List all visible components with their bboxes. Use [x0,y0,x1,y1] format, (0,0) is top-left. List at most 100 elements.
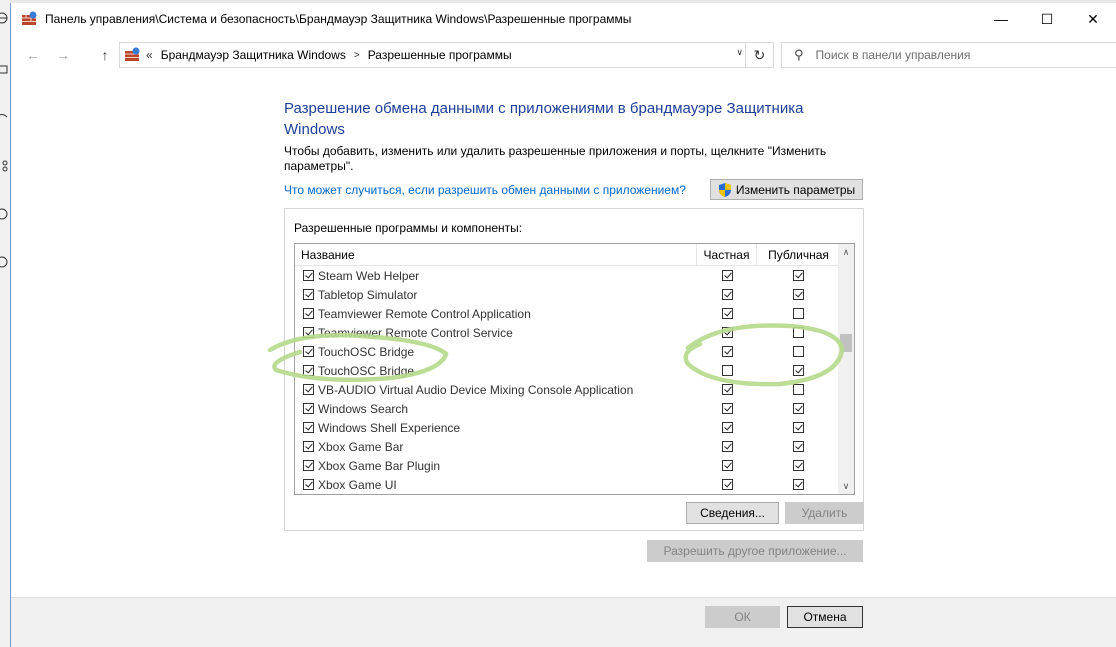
app-enabled-checkbox[interactable] [303,441,314,452]
public-cell [757,403,840,414]
column-header-private[interactable]: Частная [697,244,757,266]
scroll-thumb[interactable] [840,334,852,352]
public-network-checkbox[interactable] [793,308,804,319]
maximize-button[interactable]: ☐ [1024,3,1070,35]
app-enabled-checkbox[interactable] [303,384,314,395]
public-network-checkbox[interactable] [793,460,804,471]
list-item[interactable]: VB-AUDIO Virtual Audio Device Mixing Con… [295,380,840,399]
app-enabled-checkbox[interactable] [303,270,314,281]
change-settings-button[interactable]: Изменить параметры [710,179,863,200]
private-network-checkbox[interactable] [721,346,733,357]
allow-other-app-button[interactable]: Разрешить другое приложение... [647,540,863,562]
private-cell [697,270,757,281]
app-name: Teamviewer Remote Control Application [318,306,531,321]
public-network-checkbox[interactable] [793,270,804,281]
forward-button[interactable]: → [53,45,73,65]
chevron-down-icon[interactable]: ∨ [736,47,743,58]
private-network-checkbox[interactable] [721,365,733,376]
search-input[interactable] [813,47,1094,63]
private-network-checkbox[interactable] [721,441,733,452]
app-enabled-checkbox[interactable] [303,365,314,376]
public-network-checkbox[interactable] [793,346,804,357]
public-network-checkbox[interactable] [793,422,804,433]
private-cell [697,365,757,376]
private-network-checkbox[interactable] [721,403,733,414]
list-item[interactable]: Xbox Game Bar [295,437,840,456]
scroll-down-button[interactable]: ∨ [838,478,854,494]
public-network-checkbox[interactable] [793,384,804,395]
globe-icon [0,12,8,24]
private-network-checkbox[interactable] [721,327,733,338]
app-enabled-checkbox[interactable] [303,289,314,300]
app-name-cell: Xbox Game Bar [295,440,697,454]
public-network-checkbox[interactable] [793,289,804,300]
public-network-checkbox[interactable] [793,479,804,490]
app-name: Teamviewer Remote Control Service [318,325,513,340]
app-name: Xbox Game Bar [318,439,404,454]
details-button[interactable]: Сведения... [686,502,779,524]
app-enabled-checkbox[interactable] [303,346,314,357]
minimize-button[interactable]: — [978,3,1024,35]
private-network-checkbox[interactable] [721,479,733,490]
app-enabled-checkbox[interactable] [303,327,314,338]
private-network-checkbox[interactable] [721,460,733,471]
up-button[interactable]: ↑ [95,45,115,65]
private-network-checkbox[interactable] [721,384,733,395]
firewall-icon [125,47,140,61]
search-box[interactable]: ⚲ [781,42,1116,68]
list-item[interactable]: Windows Shell Experience [295,418,840,437]
list-item[interactable]: Xbox Game UI [295,475,840,494]
app-enabled-checkbox[interactable] [303,422,314,433]
address-bar[interactable]: « Брандмауэр Защитника Windows > Разреше… [119,42,774,68]
scroll-up-button[interactable]: ∧ [838,244,854,260]
app-name: Tabletop Simulator [318,287,418,302]
public-network-checkbox[interactable] [793,365,804,376]
breadcrumb-firewall[interactable]: Брандмауэр Защитника Windows [161,48,346,62]
app-enabled-checkbox[interactable] [303,403,314,414]
list-item[interactable]: Teamviewer Remote Control Service [295,323,840,342]
allowed-apps-list[interactable]: Название Частная Публичная Steam Web Hel… [294,243,855,495]
list-item[interactable]: Windows Search [295,399,840,418]
list-item[interactable]: TouchOSC Bridge [295,342,840,361]
private-network-checkbox[interactable] [721,289,733,300]
cancel-button[interactable]: Отмена [787,606,863,628]
app-enabled-checkbox[interactable] [303,308,314,319]
list-item[interactable]: Xbox Game Bar Plugin [295,456,840,475]
breadcrumb-allowed-apps[interactable]: Разрешенные программы [368,48,512,62]
ok-button[interactable]: ОК [705,606,780,628]
column-header-name[interactable]: Название [295,244,697,266]
public-network-checkbox[interactable] [793,441,804,452]
private-cell [697,346,757,357]
private-cell [697,422,757,433]
app-enabled-checkbox[interactable] [303,460,314,471]
column-header-public[interactable]: Публичная [757,244,840,266]
address-overflow[interactable]: « [146,48,153,62]
app-enabled-checkbox[interactable] [303,479,314,490]
app-name-cell: Teamviewer Remote Control Service [295,326,697,340]
private-network-checkbox[interactable] [721,270,733,281]
private-cell [697,289,757,300]
public-network-checkbox[interactable] [793,327,804,338]
list-item[interactable]: Steam Web Helper [295,266,840,285]
app-name-cell: Windows Shell Experience [295,421,697,435]
app-name-cell: TouchOSC Bridge [295,345,697,359]
list-item[interactable]: Tabletop Simulator [295,285,840,304]
public-cell [757,346,840,357]
desktop-edge [0,0,10,647]
app-name-cell: Xbox Game UI [295,478,697,492]
list-scrollbar[interactable]: ∧ ∨ [838,244,854,494]
list-item[interactable]: TouchOSC Bridge [295,361,840,380]
remove-button[interactable]: Удалить [785,502,864,524]
help-link[interactable]: Что может случиться, если разрешить обме… [284,183,686,197]
app-name: Windows Search [318,401,409,416]
back-button[interactable]: ← [23,45,43,65]
refresh-button[interactable]: ↻ [745,43,773,67]
breadcrumb-separator[interactable]: > [354,50,360,61]
monitor-icon [0,65,8,74]
public-network-checkbox[interactable] [793,403,804,414]
close-button[interactable]: ✕ [1070,3,1116,35]
public-cell [757,327,840,338]
list-item[interactable]: Teamviewer Remote Control Application [295,304,840,323]
private-network-checkbox[interactable] [721,308,733,319]
private-network-checkbox[interactable] [721,422,733,433]
